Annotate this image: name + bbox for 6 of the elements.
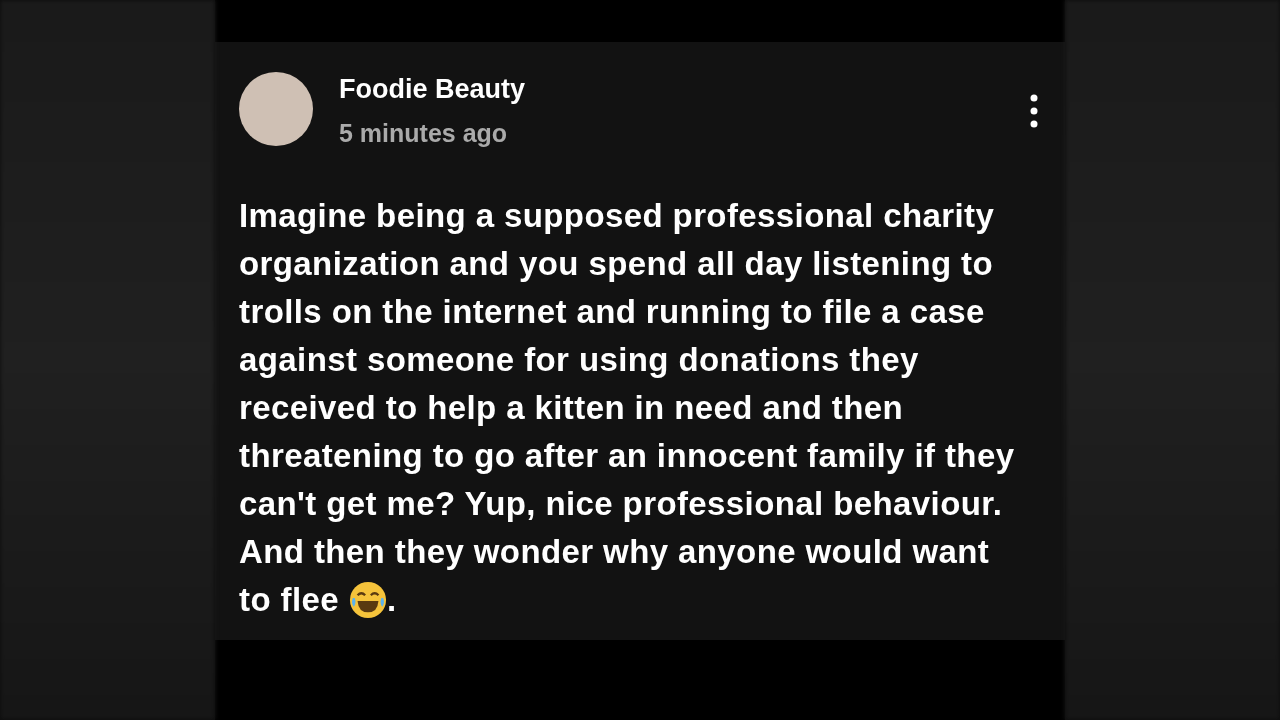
- laughing-face-icon: [349, 581, 387, 619]
- author-name[interactable]: Foodie Beauty: [339, 74, 526, 105]
- punctuation: .: [387, 580, 397, 620]
- post-text: to flee: [239, 580, 339, 620]
- more-options-icon[interactable]: [1029, 94, 1039, 128]
- post-time: 5 minutes ago: [339, 119, 509, 148]
